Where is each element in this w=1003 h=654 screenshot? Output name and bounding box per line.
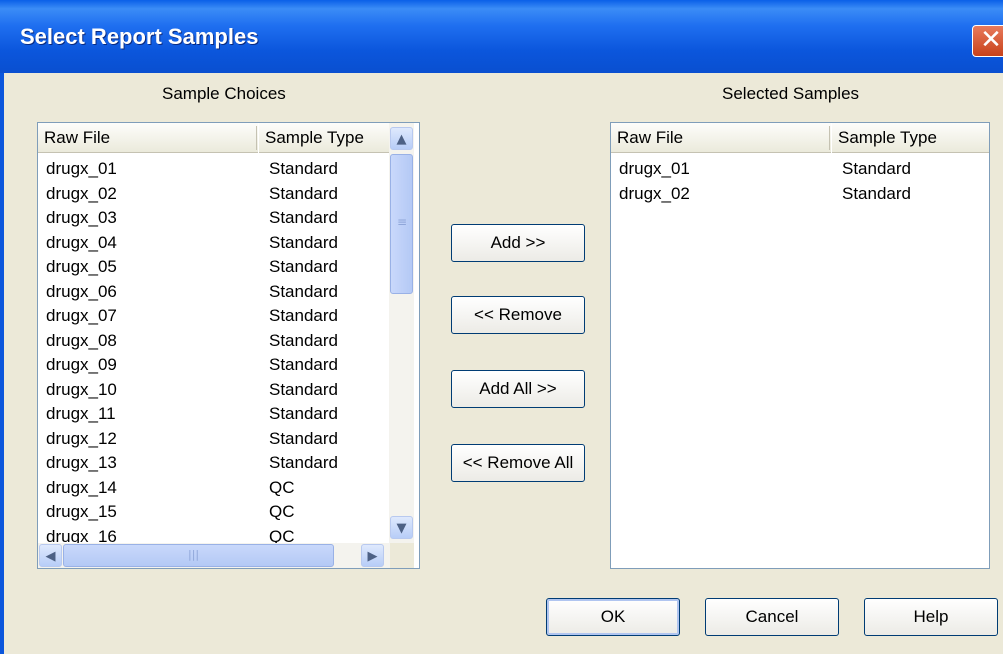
window-frame — [0, 73, 4, 654]
row-raw-file[interactable]: drugx_13 — [46, 451, 117, 475]
row-sample-type[interactable]: Standard — [269, 182, 338, 206]
row-sample-type[interactable]: Standard — [269, 206, 338, 230]
column-header-sample-type[interactable]: Sample Type — [832, 123, 989, 153]
close-button[interactable]: ✕ — [972, 25, 1003, 57]
row-sample-type[interactable]: Standard — [269, 157, 338, 181]
scroll-down-button[interactable]: ▼ — [390, 516, 413, 539]
row-raw-file[interactable]: drugx_15 — [46, 500, 117, 524]
scroll-up-button[interactable]: ▲ — [390, 127, 413, 150]
row-sample-type[interactable]: Standard — [269, 255, 338, 279]
row-sample-type[interactable]: Standard — [842, 157, 911, 181]
row-raw-file[interactable]: drugx_09 — [46, 353, 117, 377]
row-sample-type[interactable]: Standard — [842, 182, 911, 206]
grip-icon: ≡ — [397, 215, 408, 229]
help-button[interactable]: Help — [864, 598, 998, 636]
column-header-raw-file[interactable]: Raw File — [611, 123, 831, 153]
row-sample-type[interactable]: QC — [269, 500, 295, 524]
row-raw-file[interactable]: drugx_06 — [46, 280, 117, 304]
sample-choices-list[interactable]: Raw File Sample Type drugx_01 Standard dru… — [37, 122, 420, 569]
column-header-sample-type[interactable]: Sample Type — [259, 123, 390, 153]
column-header-raw-file[interactable]: Raw File — [38, 123, 258, 153]
scrollbar-corner — [390, 543, 414, 568]
cancel-button[interactable]: Cancel — [705, 598, 839, 636]
row-sample-type[interactable]: Standard — [269, 427, 338, 451]
remove-all-button[interactable]: << Remove All — [451, 444, 585, 482]
sample-choices-heading: Sample Choices — [162, 84, 286, 103]
grip-icon: ||| — [188, 548, 200, 561]
row-raw-file[interactable]: drugx_12 — [46, 427, 117, 451]
scroll-left-button[interactable]: ◀ — [39, 544, 62, 567]
row-raw-file[interactable]: drugx_01 — [46, 157, 117, 181]
row-sample-type[interactable]: Standard — [269, 231, 338, 255]
horizontal-scroll-thumb[interactable]: ||| — [63, 544, 334, 567]
row-sample-type[interactable]: Standard — [269, 280, 338, 304]
vertical-scroll-thumb[interactable]: ≡ — [390, 154, 413, 294]
title-bar[interactable]: Select Report Samples ✕ — [0, 0, 1003, 73]
row-raw-file[interactable]: drugx_08 — [46, 329, 117, 353]
row-raw-file[interactable]: drugx_14 — [46, 476, 117, 500]
vertical-scrollbar[interactable]: ▲ ≡ ▼ — [389, 123, 414, 543]
row-raw-file[interactable]: drugx_02 — [619, 182, 690, 206]
add-all-button[interactable]: Add All >> — [451, 370, 585, 408]
row-raw-file[interactable]: drugx_03 — [46, 206, 117, 230]
row-sample-type[interactable]: Standard — [269, 329, 338, 353]
row-raw-file[interactable]: drugx_05 — [46, 255, 117, 279]
selected-samples-list[interactable]: Raw File Sample Type drugx_01 Standard dru… — [610, 122, 990, 569]
row-sample-type[interactable]: Standard — [269, 353, 338, 377]
select-report-samples-dialog: Select Report Samples ✕ Sample Choices R… — [0, 0, 1003, 654]
row-raw-file[interactable]: drugx_01 — [619, 157, 690, 181]
row-sample-type[interactable]: Standard — [269, 304, 338, 328]
row-raw-file[interactable]: drugx_04 — [46, 231, 117, 255]
add-button[interactable]: Add >> — [451, 224, 585, 262]
remove-button[interactable]: << Remove — [451, 296, 585, 334]
row-sample-type[interactable]: QC — [269, 476, 295, 500]
window-title: Select Report Samples — [20, 24, 259, 49]
row-sample-type[interactable]: Standard — [269, 402, 338, 426]
row-raw-file[interactable]: drugx_07 — [46, 304, 117, 328]
row-raw-file[interactable]: drugx_02 — [46, 182, 117, 206]
horizontal-scrollbar[interactable]: ◀ ||| ▶ — [38, 543, 390, 568]
row-raw-file[interactable]: drugx_11 — [46, 402, 116, 426]
row-sample-type[interactable]: Standard — [269, 378, 338, 402]
ok-button[interactable]: OK — [546, 598, 680, 636]
row-raw-file[interactable]: drugx_10 — [46, 378, 117, 402]
scroll-right-button[interactable]: ▶ — [361, 544, 384, 567]
selected-samples-heading: Selected Samples — [722, 84, 860, 103]
row-sample-type[interactable]: Standard — [269, 451, 338, 475]
